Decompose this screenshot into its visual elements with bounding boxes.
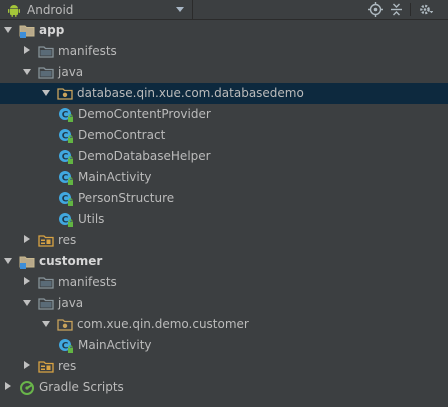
tree-item-personstructure[interactable]: C PersonStructure <box>0 188 448 209</box>
tree-item-label: PersonStructure <box>78 191 175 205</box>
chevron-down-icon[interactable] <box>23 300 31 306</box>
tree-item-java[interactable]: java <box>0 62 448 83</box>
tree-item-utils[interactable]: C Utils <box>0 209 448 230</box>
svg-text:C: C <box>62 342 69 352</box>
chevron-right-icon[interactable] <box>24 235 30 243</box>
tree-item-label: manifests <box>58 44 117 58</box>
tree-item-res[interactable]: res <box>0 356 448 377</box>
chevron-down-icon[interactable] <box>42 321 50 327</box>
tree-item-democontract[interactable]: C DemoContract <box>0 125 448 146</box>
tree-item-label: java <box>58 296 84 310</box>
tree-item-label: customer <box>39 254 103 268</box>
package-icon <box>57 88 73 100</box>
tree-item-label: res <box>58 359 77 373</box>
project-view-label: Android <box>27 2 74 17</box>
tree-item-demodatabasehelper[interactable]: C DemoDatabaseHelper <box>0 146 448 167</box>
tree-item-democontentprovider[interactable]: C DemoContentProvider <box>0 104 448 125</box>
module-icon <box>19 256 35 269</box>
class-icon: C <box>59 150 73 164</box>
target-icon[interactable] <box>368 2 383 17</box>
tree-item-label: DemoContentProvider <box>78 107 211 121</box>
tree-item-label: DemoDatabaseHelper <box>78 149 211 163</box>
tree-item-label: database.qin.xue.com.databasedemo <box>77 86 304 100</box>
tree-item-app[interactable]: app <box>0 20 448 41</box>
tree-item-manifests[interactable]: manifests <box>0 272 448 293</box>
tree-item-label: MainActivity <box>78 170 152 184</box>
chevron-down-icon[interactable] <box>4 27 12 33</box>
svg-text:C: C <box>62 195 69 205</box>
tree-item-gradle-scripts[interactable]: Gradle Scripts <box>0 377 448 398</box>
tree-item-label: manifests <box>58 275 117 289</box>
svg-text:C: C <box>62 153 69 163</box>
chevron-right-icon[interactable] <box>24 361 30 369</box>
folder-icon <box>38 46 54 58</box>
collapse-all-icon[interactable] <box>389 2 404 17</box>
resource-folder-icon <box>38 235 54 247</box>
tree-item-label: app <box>39 23 65 37</box>
tree-item-label: Utils <box>78 212 105 226</box>
tree-item-customer[interactable]: customer <box>0 251 448 272</box>
chevron-down-icon[interactable] <box>42 90 50 96</box>
chevron-down-icon[interactable] <box>4 258 12 264</box>
toolbar-separator <box>410 3 411 16</box>
tree-item-label: res <box>58 233 77 247</box>
tree-item-manifests[interactable]: manifests <box>0 41 448 62</box>
package-icon <box>57 319 73 331</box>
tree-item-java[interactable]: java <box>0 293 448 314</box>
tree-item-label: Gradle Scripts <box>39 380 124 394</box>
tree-item-label: java <box>58 65 84 79</box>
project-view-toolbar: Android <box>0 0 448 20</box>
chevron-down-icon <box>176 7 184 12</box>
tree-item-label: com.xue.qin.demo.customer <box>77 317 249 331</box>
tree-item-mainactivity[interactable]: C MainActivity <box>0 335 448 356</box>
folder-icon <box>38 298 54 310</box>
folder-icon <box>38 67 54 79</box>
tree-item-label: DemoContract <box>78 128 166 142</box>
project-view-selector[interactable]: Android <box>0 0 193 19</box>
module-icon <box>19 25 35 38</box>
class-icon: C <box>59 339 73 353</box>
tree-item-res[interactable]: res <box>0 230 448 251</box>
svg-text:C: C <box>62 216 69 226</box>
tree-item-database-qin-xue-com-databasedemo[interactable]: database.qin.xue.com.databasedemo <box>0 83 448 104</box>
class-icon: C <box>59 108 73 122</box>
class-icon: C <box>59 192 73 206</box>
chevron-right-icon[interactable] <box>24 46 30 54</box>
class-icon: C <box>59 129 73 143</box>
folder-icon <box>38 277 54 289</box>
gradle-icon <box>20 381 34 395</box>
svg-text:C: C <box>62 111 69 121</box>
tree-item-label: MainActivity <box>78 338 152 352</box>
resource-folder-icon <box>38 361 54 373</box>
chevron-right-icon[interactable] <box>5 382 11 390</box>
chevron-right-icon[interactable] <box>24 277 30 285</box>
class-icon: C <box>59 171 73 185</box>
tree-item-mainactivity[interactable]: C MainActivity <box>0 167 448 188</box>
svg-text:C: C <box>62 132 69 142</box>
svg-text:C: C <box>62 174 69 184</box>
gear-icon[interactable] <box>418 2 433 17</box>
chevron-down-icon[interactable] <box>23 69 31 75</box>
class-icon: C <box>59 213 73 227</box>
android-icon <box>8 4 20 17</box>
tree-item-com-xue-qin-demo-customer[interactable]: com.xue.qin.demo.customer <box>0 314 448 335</box>
